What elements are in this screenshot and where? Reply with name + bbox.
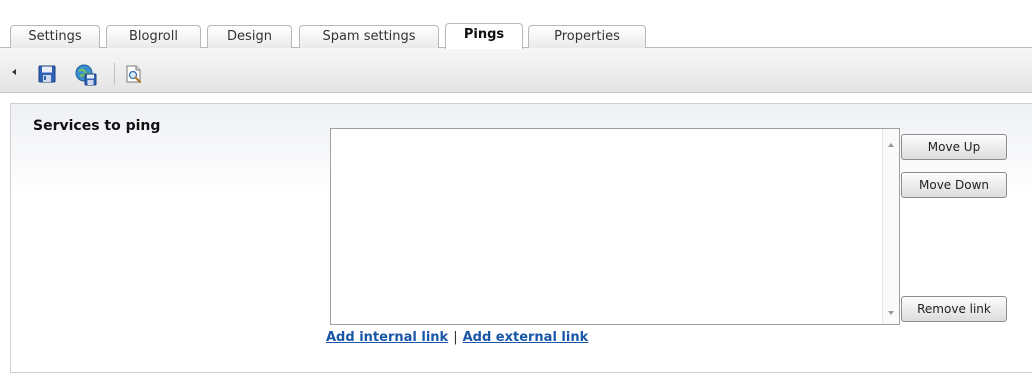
add-external-link[interactable]: Add external link (463, 330, 589, 345)
pings-settings-page: Settings Blogroll Design Spam settings P… (0, 0, 1032, 376)
tab-settings[interactable]: Settings (10, 25, 100, 48)
scroll-up-icon[interactable] (888, 143, 894, 147)
remove-link-button[interactable]: Remove link (901, 296, 1007, 322)
move-up-button[interactable]: Move Up (901, 134, 1007, 160)
save-and-publish-icon[interactable] (75, 64, 97, 86)
collapse-arrow-icon[interactable] (12, 69, 16, 75)
tab-bar: Settings Blogroll Design Spam settings P… (0, 0, 1032, 49)
services-panel: Services to ping Move Up Move Down Remov… (10, 103, 1032, 373)
preview-icon[interactable] (124, 64, 144, 84)
add-links-row: Add internal link | Add external link (326, 330, 588, 345)
services-to-ping-label: Services to ping (33, 118, 161, 134)
toolbar-separator (114, 63, 115, 85)
tab-spam-settings[interactable]: Spam settings (299, 25, 439, 48)
add-internal-link[interactable]: Add internal link (326, 330, 448, 345)
tab-blogroll[interactable]: Blogroll (106, 25, 201, 48)
scroll-down-icon[interactable] (888, 311, 894, 315)
listbox-scrollbar[interactable] (882, 129, 899, 324)
link-separator: | (453, 330, 458, 345)
tab-properties[interactable]: Properties (528, 25, 646, 48)
toolbar (0, 48, 1032, 93)
services-listbox[interactable] (330, 128, 900, 325)
tab-design[interactable]: Design (207, 25, 292, 48)
tab-pings[interactable]: Pings (445, 23, 523, 49)
save-icon[interactable] (37, 64, 57, 84)
move-down-button[interactable]: Move Down (901, 172, 1007, 198)
